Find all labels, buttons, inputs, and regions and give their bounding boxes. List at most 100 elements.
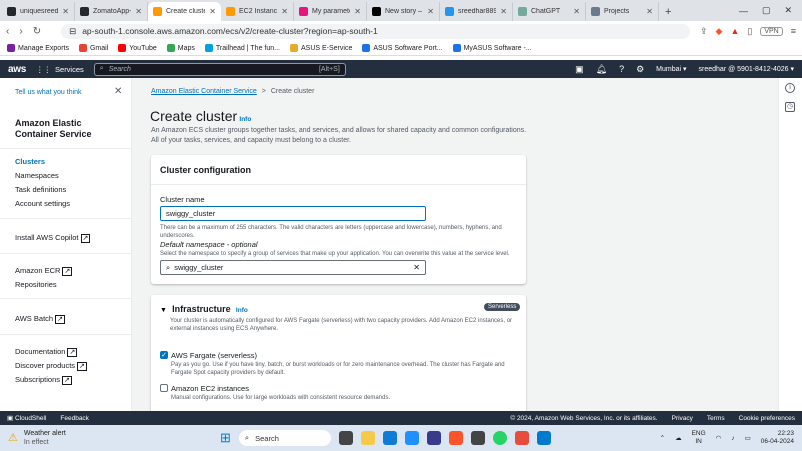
task-view-icon[interactable] bbox=[338, 431, 353, 445]
terms-link[interactable]: Terms bbox=[707, 415, 725, 422]
bookmark-item[interactable]: Gmail bbox=[78, 44, 108, 52]
sidebar-item-discover[interactable]: Discover products ↗ bbox=[15, 361, 87, 371]
tab-close-icon[interactable]: ✕ bbox=[500, 7, 507, 16]
close-sidebar-icon[interactable]: ✕ bbox=[114, 86, 122, 97]
chevron-up-icon[interactable]: ⌃ bbox=[660, 434, 665, 442]
tab-close-icon[interactable]: ✕ bbox=[427, 7, 434, 16]
aws-search-input[interactable]: ⌕ Search [Alt+S] bbox=[93, 62, 346, 76]
cloudshell-link[interactable]: ▣ CloudShell bbox=[7, 414, 46, 422]
browser-tab[interactable]: ZomatoApp-Clon✕ bbox=[75, 2, 148, 21]
brave-shield-icon[interactable]: ◆ bbox=[716, 26, 723, 37]
tab-close-icon[interactable]: ✕ bbox=[646, 7, 653, 16]
fargate-checkbox[interactable]: ✓ bbox=[160, 351, 168, 359]
sidebar-toggle-icon[interactable]: ▯ bbox=[747, 26, 752, 37]
bookmark-item[interactable]: MyASUS Software -... bbox=[452, 44, 532, 52]
sidebar-item-ecr[interactable]: Amazon ECR ↗ bbox=[15, 266, 73, 276]
privacy-link[interactable]: Privacy bbox=[672, 415, 693, 422]
maximize-icon[interactable]: ▢ bbox=[762, 5, 771, 16]
edge-icon[interactable] bbox=[382, 431, 397, 445]
back-icon[interactable]: ‹ bbox=[6, 26, 9, 37]
bookmark-item[interactable]: ASUS E-Service bbox=[289, 44, 352, 52]
tab-close-icon[interactable]: ✕ bbox=[354, 7, 361, 16]
tab-close-icon[interactable]: ✕ bbox=[573, 7, 580, 16]
browser-tab[interactable]: uniquesreedhar/f✕ bbox=[2, 2, 75, 21]
vpn-button[interactable]: VPN bbox=[760, 26, 783, 36]
sidebar-item-repositories[interactable]: Repositories bbox=[15, 280, 57, 289]
minimize-icon[interactable]: — bbox=[739, 6, 748, 16]
feedback-link[interactable]: Feedback bbox=[60, 415, 89, 422]
bookmark-item[interactable]: Maps bbox=[166, 44, 195, 52]
sidebar-item-clusters[interactable]: Clusters bbox=[15, 157, 45, 166]
language-indicator[interactable]: ENG IN bbox=[692, 430, 706, 446]
services-menu[interactable]: ⋮⋮ Services bbox=[36, 65, 84, 74]
sidebar-item-task-definitions[interactable]: Task definitions bbox=[15, 185, 66, 194]
sidebar-item-batch[interactable]: AWS Batch ↗ bbox=[15, 314, 65, 324]
whatsapp-icon[interactable] bbox=[492, 431, 507, 445]
close-window-icon[interactable]: ✕ bbox=[784, 5, 792, 16]
sidebar-item-subscriptions[interactable]: Subscriptions ↗ bbox=[15, 375, 72, 385]
help-icon[interactable]: ? bbox=[619, 64, 624, 74]
sidebar-item-account-settings[interactable]: Account settings bbox=[15, 199, 70, 208]
menu-icon[interactable]: ≡ bbox=[791, 26, 796, 36]
browser-tab[interactable]: Projects ✕ bbox=[586, 2, 659, 21]
notifications-icon[interactable]: 🔔︎ bbox=[596, 64, 607, 75]
bookmark-item[interactable]: YouTube bbox=[118, 44, 157, 52]
rewards-icon[interactable]: ▲ bbox=[730, 26, 739, 36]
windows-start-icon[interactable]: ⊞ bbox=[220, 430, 231, 446]
cluster-name-input[interactable]: swiggy_cluster bbox=[160, 206, 426, 221]
cookie-preferences-link[interactable]: Cookie preferences bbox=[739, 415, 795, 422]
namespace-input[interactable]: ⌕ swiggy_cluster ✕ bbox=[160, 260, 426, 275]
ec2-label[interactable]: Amazon EC2 instances bbox=[171, 384, 249, 393]
sidebar-item-install-copilot[interactable]: Install AWS Copilot ↗ bbox=[15, 233, 91, 243]
sidebar-item-documentation[interactable]: Documentation ↗ bbox=[15, 347, 78, 357]
tab-close-icon[interactable]: ✕ bbox=[209, 7, 216, 16]
ec2-checkbox[interactable] bbox=[160, 384, 168, 392]
tab-close-icon[interactable]: ✕ bbox=[62, 7, 69, 16]
app-icon[interactable] bbox=[514, 431, 529, 445]
store-icon[interactable] bbox=[404, 431, 419, 445]
url-field[interactable]: ⊟ ap-south-1.console.aws.amazon.com/ecs/… bbox=[61, 23, 690, 39]
clear-icon[interactable]: ✕ bbox=[413, 263, 420, 272]
app-icon[interactable] bbox=[426, 431, 441, 445]
brave-icon[interactable] bbox=[448, 431, 463, 445]
fargate-label[interactable]: AWS Fargate (serverless) bbox=[171, 351, 257, 360]
region-selector[interactable]: Mumbai ▾ bbox=[656, 65, 686, 73]
browser-tab[interactable]: My parameters - ✕ bbox=[294, 2, 367, 21]
forward-icon[interactable]: › bbox=[19, 26, 22, 37]
aws-logo[interactable]: aws bbox=[8, 64, 26, 75]
infrastructure-header[interactable]: ▼ Infrastructure Info bbox=[160, 304, 248, 314]
weather-widget[interactable]: ⚠ Weather alert In effect bbox=[8, 429, 66, 447]
breadcrumb-ecs-link[interactable]: Amazon Elastic Container Service bbox=[151, 88, 257, 95]
site-info-icon[interactable]: ⊟ bbox=[69, 26, 76, 37]
browser-tab[interactable]: Create cluster ✕ bbox=[148, 2, 221, 21]
sidebar-item-namespaces[interactable]: Namespaces bbox=[15, 171, 59, 180]
cloudshell-icon[interactable]: ▣ bbox=[575, 64, 584, 75]
browser-tab[interactable]: EC2 Instance Con✕ bbox=[221, 2, 294, 21]
tutorial-icon[interactable]: ◷ bbox=[785, 102, 795, 112]
cloud-icon[interactable]: ☁ bbox=[675, 434, 682, 442]
infrastructure-info-link[interactable]: Info bbox=[236, 307, 248, 314]
tab-close-icon[interactable]: ✕ bbox=[135, 7, 142, 16]
clock[interactable]: 22:23 06-04-2024 bbox=[761, 430, 794, 446]
settings-icon[interactable]: ⚙ bbox=[636, 64, 644, 75]
taskbar-search[interactable]: ⌕ Search bbox=[238, 430, 331, 446]
vscode-icon[interactable] bbox=[536, 431, 551, 445]
file-explorer-icon[interactable] bbox=[360, 431, 375, 445]
bookmark-item[interactable]: Manage Exports bbox=[7, 44, 69, 52]
reload-icon[interactable]: ↻ bbox=[33, 26, 41, 37]
browser-tab[interactable]: ChatGPT ✕ bbox=[513, 2, 586, 21]
battery-icon[interactable]: ▭ bbox=[745, 434, 751, 442]
account-menu[interactable]: sreedhar @ 5901-8412-4026 ▾ bbox=[699, 65, 794, 73]
page-info-link[interactable]: Info bbox=[239, 116, 251, 123]
new-tab-button[interactable]: + bbox=[659, 2, 677, 21]
bookmark-item[interactable]: ASUS Software Port... bbox=[362, 44, 443, 52]
tab-close-icon[interactable]: ✕ bbox=[281, 7, 288, 16]
wifi-icon[interactable]: ◠ bbox=[716, 434, 722, 442]
browser-tab[interactable]: sreedhar8897/swi ✕ bbox=[440, 2, 513, 21]
browser-tab[interactable]: New story – Medi ✕ bbox=[367, 2, 440, 21]
volume-icon[interactable]: ♪ bbox=[731, 435, 734, 442]
share-icon[interactable]: ⇪ bbox=[700, 26, 708, 37]
terminal-icon[interactable] bbox=[470, 431, 485, 445]
tell-us-link[interactable]: Tell us what you think bbox=[15, 89, 82, 96]
info-panel-icon[interactable]: i bbox=[785, 83, 795, 93]
